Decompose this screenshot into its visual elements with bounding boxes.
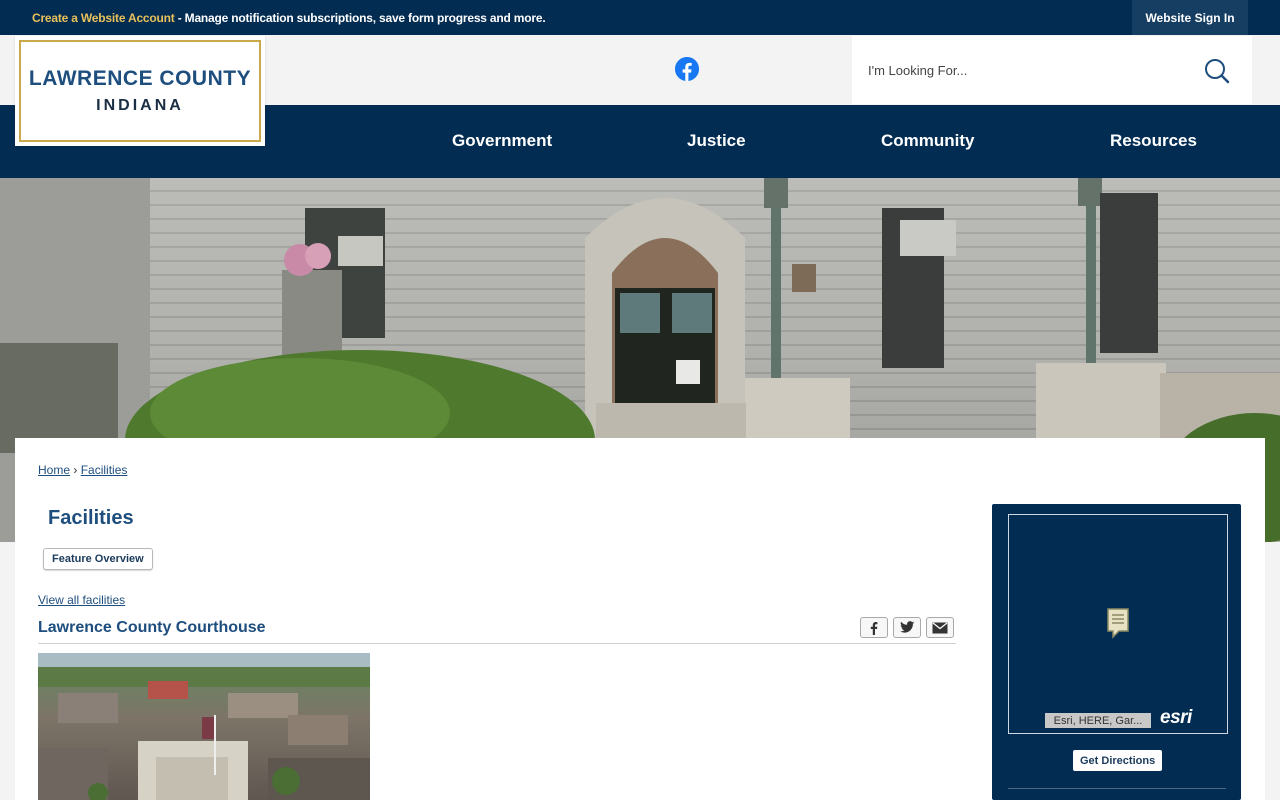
content-panel: Home › Facilities Facilities Feature Ove… [15, 438, 1265, 800]
top-bar: Create a Website Account - Manage notifi… [0, 0, 1280, 35]
search-input[interactable] [868, 58, 1188, 82]
search-box [852, 36, 1252, 104]
site-logo[interactable]: LAWRENCE COUNTY INDIANA [15, 36, 265, 146]
page-title: Facilities [48, 507, 134, 529]
logo-county-name: LAWRENCE COUNTY [28, 67, 252, 90]
facility-map[interactable]: Esri, HERE, Gar... esri [1008, 514, 1228, 734]
facebook-glyph [675, 57, 699, 81]
feature-overview-button[interactable]: Feature Overview [43, 548, 153, 570]
website-sign-in-button[interactable]: Website Sign In [1132, 0, 1248, 35]
section-divider [38, 643, 956, 644]
map-marker-icon[interactable] [1105, 607, 1131, 639]
facility-name: Lawrence County Courthouse [38, 619, 266, 636]
nav-item-justice[interactable]: Justice [687, 131, 746, 151]
logo-frame: LAWRENCE COUNTY INDIANA [19, 40, 261, 142]
map-attribution[interactable]: Esri, HERE, Gar... [1045, 713, 1151, 728]
courthouse-aerial-photo [38, 653, 370, 800]
aerial-photo-illustration [38, 653, 370, 800]
twitter-share-glyph [899, 621, 914, 633]
search-icon[interactable] [1202, 56, 1232, 86]
create-account-link[interactable]: Create a Website Account [32, 11, 175, 25]
breadcrumb-separator: › [73, 463, 78, 477]
map-sidebar: Esri, HERE, Gar... esri Get Directions [992, 504, 1241, 800]
breadcrumb-home-link[interactable]: Home [38, 463, 70, 477]
account-message-text: - Manage notification subscriptions, sav… [174, 11, 546, 25]
nav-item-community[interactable]: Community [881, 131, 975, 151]
breadcrumb-facilities-link[interactable]: Facilities [81, 463, 128, 477]
email-share-icon[interactable] [926, 617, 954, 638]
get-directions-button[interactable]: Get Directions [1073, 750, 1163, 771]
nav-item-government[interactable]: Government [452, 131, 552, 151]
breadcrumb: Home › Facilities [38, 463, 127, 477]
view-all-facilities-link[interactable]: View all facilities [38, 593, 125, 607]
email-share-glyph [932, 621, 948, 633]
search-glyph [1205, 59, 1230, 84]
logo-state-name: INDIANA [96, 97, 184, 114]
map-marker-glyph [1107, 608, 1129, 639]
sidebar-divider [1008, 788, 1226, 789]
account-message: Create a Website Account - Manage notifi… [32, 11, 546, 25]
twitter-share-icon[interactable] [893, 617, 921, 638]
nav-item-resources[interactable]: Resources [1110, 131, 1197, 151]
facebook-share-icon[interactable] [860, 617, 888, 638]
facebook-icon[interactable] [675, 57, 699, 81]
facebook-share-glyph [870, 621, 878, 635]
esri-logo: esri [1160, 707, 1192, 728]
